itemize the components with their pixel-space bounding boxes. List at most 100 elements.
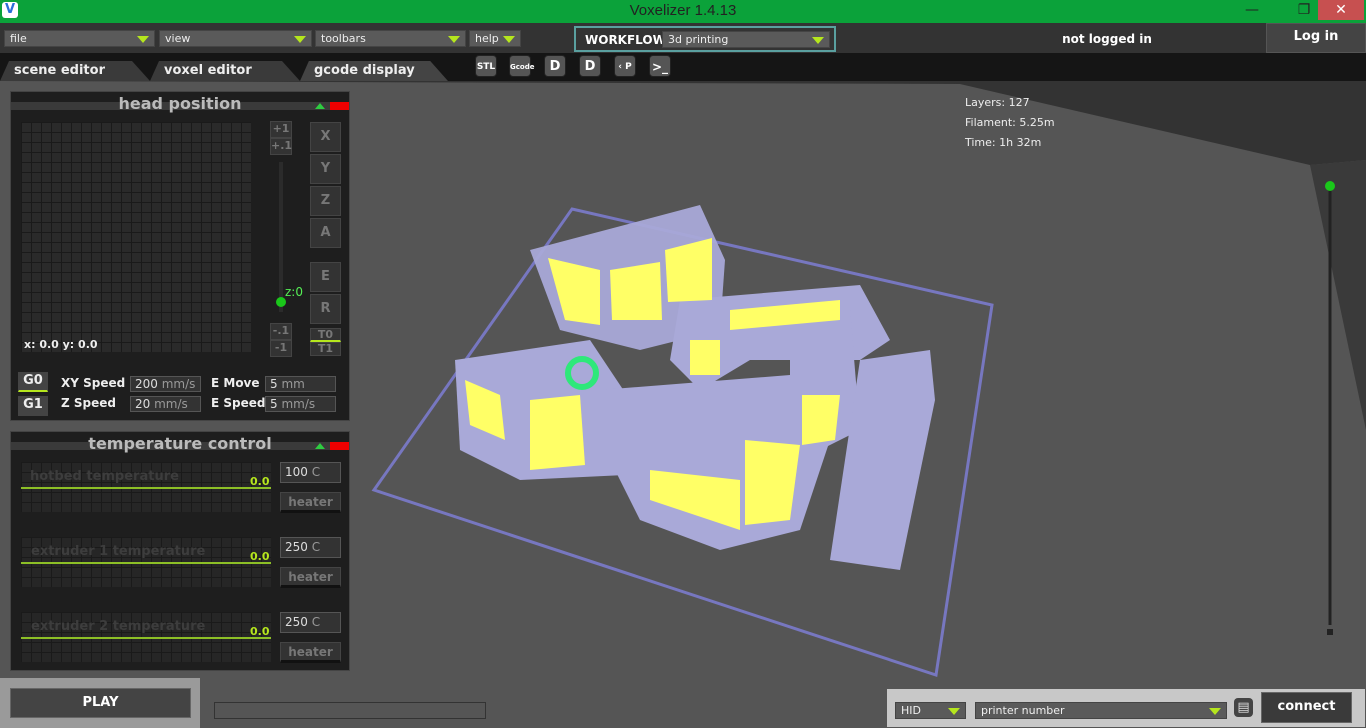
play-button[interactable]: PLAY — [10, 688, 191, 718]
tab-gcode-display[interactable]: gcode display — [300, 61, 448, 81]
z-value: z:0 — [285, 285, 303, 299]
home-all-button[interactable]: A — [310, 218, 341, 248]
close-panel-icon[interactable] — [330, 102, 349, 110]
close-panel-icon[interactable] — [330, 442, 349, 450]
title-bar: Voxelizer 1.4.13 V — ❐ ✕ — [0, 0, 1366, 23]
tab-scene-editor[interactable]: scene editor — [0, 61, 150, 81]
xy-jog-pad[interactable] — [21, 122, 251, 352]
download-icon: D — [549, 59, 561, 74]
extruder1-label: extruder 1 temperature — [31, 544, 206, 559]
value: 5 — [270, 397, 278, 411]
tool-t0-button[interactable]: T0 — [310, 328, 341, 342]
home-x-button[interactable]: X — [310, 122, 341, 152]
home-y-button[interactable]: Y — [310, 154, 341, 184]
workflow-box: WORKFLOW: 3d printing — [574, 26, 836, 52]
e-speed-input[interactable]: 5 mm/s — [265, 396, 336, 412]
menu-help[interactable]: help — [469, 30, 521, 47]
z-plus-01-button[interactable]: +.1 — [270, 138, 292, 155]
menu-file[interactable]: file — [4, 30, 155, 47]
e-speed-label: E Speed — [211, 396, 266, 410]
menu-label: view — [165, 32, 191, 45]
printer-select[interactable]: printer number — [975, 702, 1227, 719]
extruder1-heater-button[interactable]: heater — [280, 567, 341, 588]
home-z-button[interactable]: Z — [310, 186, 341, 216]
extruder1-line — [21, 562, 271, 564]
print-time: Time: 1h 32m — [965, 136, 1042, 149]
hotbed-target-input[interactable]: 100 C — [280, 462, 341, 483]
download-button[interactable]: D — [544, 55, 566, 77]
open-stl-button[interactable]: STL — [475, 55, 497, 77]
collapse-icon[interactable] — [315, 443, 325, 449]
workflow-select[interactable]: 3d printing — [662, 31, 830, 48]
value: 250 — [285, 540, 308, 554]
z-speed-input[interactable]: 20 mm/s — [130, 396, 201, 412]
unit: C — [311, 540, 321, 554]
value: 200 — [135, 377, 158, 391]
unit: mm/s — [154, 397, 188, 411]
terminal-button[interactable]: >_ — [649, 55, 671, 77]
upload-button[interactable]: D — [579, 55, 601, 77]
extruder1-target-input[interactable]: 250 C — [280, 537, 341, 558]
chevron-down-icon — [812, 37, 824, 44]
close-icon[interactable]: ✕ — [1318, 0, 1364, 20]
chevron-down-icon — [503, 36, 515, 43]
hotbed-label: hotbed temperature — [30, 469, 179, 484]
menu-label: help — [475, 32, 499, 45]
login-button[interactable]: Log in — [1266, 23, 1366, 53]
z-minus-1-button[interactable]: -1 — [270, 340, 292, 357]
pause-button[interactable]: ‹ P › — [614, 55, 636, 94]
unit: C — [311, 465, 321, 479]
extrude-button[interactable]: E — [310, 262, 341, 292]
extruder2-target-input[interactable]: 250 C — [280, 612, 341, 633]
tab-voxel-editor[interactable]: voxel editor — [150, 61, 300, 81]
layer-slider-min — [1327, 629, 1333, 635]
xy-speed-input[interactable]: 200 mm/s — [130, 376, 201, 392]
value: 20 — [135, 397, 151, 411]
save-icon[interactable]: ▤ — [1234, 698, 1253, 717]
unit: mm/s — [281, 397, 316, 411]
chevron-down-icon — [448, 36, 460, 43]
open-stl-icon: STL — [476, 62, 496, 72]
value: 250 — [285, 615, 308, 629]
xy-coords: x: 0.0 y: 0.0 — [24, 338, 98, 351]
extruder2-heater-button[interactable]: heater — [280, 642, 341, 663]
g0-button[interactable]: G0 — [18, 372, 48, 392]
tool-t1-button[interactable]: T1 — [310, 342, 341, 356]
layer-slider-handle[interactable] — [1325, 181, 1335, 191]
chevron-down-icon — [1209, 708, 1221, 715]
progress-bar — [214, 702, 486, 719]
printer-value: printer number — [981, 704, 1065, 717]
unit: mm/s — [161, 377, 196, 391]
port-type-value: HID — [901, 704, 921, 717]
value: 100 — [285, 465, 308, 479]
z-slider-track[interactable] — [279, 162, 283, 312]
collapse-icon[interactable] — [315, 103, 325, 109]
upload-icon: D — [584, 59, 596, 74]
window-title: Voxelizer 1.4.13 — [629, 2, 737, 19]
workflow-value: 3d printing — [668, 33, 729, 46]
app-logo-icon: V — [2, 2, 18, 18]
retract-button[interactable]: R — [310, 294, 341, 324]
extruder2-label: extruder 2 temperature — [31, 619, 206, 634]
open-gcode-button[interactable]: Gcode — [509, 55, 535, 77]
open-gcode-icon: Gcode — [510, 63, 535, 71]
menu-toolbars[interactable]: toolbars — [315, 30, 466, 47]
value: 5 — [270, 377, 278, 391]
menu-label: file — [10, 32, 27, 45]
panel-title: temperature control — [88, 434, 272, 453]
z-speed-label: Z Speed — [61, 396, 116, 410]
panel-title: head position — [118, 94, 242, 113]
extruder2-line — [21, 637, 271, 639]
chevron-down-icon — [137, 36, 149, 43]
connect-button[interactable]: connect — [1261, 692, 1352, 723]
z-plus-1-button[interactable]: +1 — [270, 121, 292, 138]
port-type-select[interactable]: HID — [895, 702, 966, 719]
e-move-input[interactable]: 5 mm — [265, 376, 336, 392]
unit: C — [311, 615, 321, 629]
minimize-icon[interactable]: — — [1232, 0, 1272, 20]
hotbed-heater-button[interactable]: heater — [280, 492, 341, 513]
menu-view[interactable]: view — [159, 30, 312, 47]
z-minus-01-button[interactable]: -.1 — [270, 323, 292, 340]
g1-button[interactable]: G1 — [18, 396, 48, 416]
head-position-panel: head position x: 0.0 y: 0.0 +1 +.1 z:0 -… — [10, 91, 350, 421]
